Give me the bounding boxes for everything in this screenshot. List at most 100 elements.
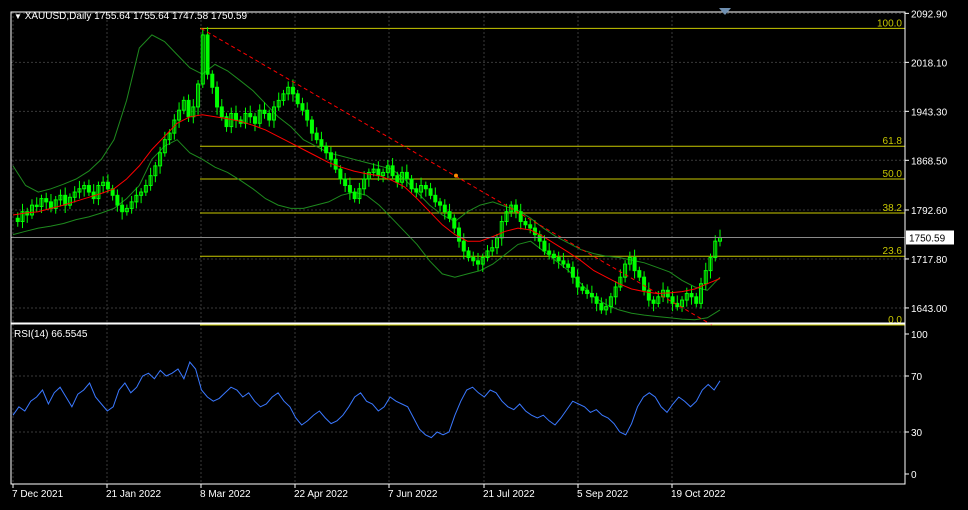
candle-body: [518, 211, 523, 223]
time-tick-label: 19 Oct 2022: [671, 489, 726, 500]
current-price-label: 1750.59: [909, 233, 946, 244]
candle-body: [594, 296, 599, 304]
candle-body: [665, 289, 670, 298]
candle-body: [599, 302, 604, 311]
time-tick-label: 22 Apr 2022: [294, 489, 348, 500]
candle-body: [205, 34, 210, 75]
candle-body: [120, 204, 125, 213]
rsi-series-line: [12, 361, 721, 439]
symbol-header[interactable]: ▼ XAUUSD,Daily 1755.64 1755.64 1747.58 1…: [14, 11, 247, 22]
price-tick-label: 2092.90: [911, 9, 948, 20]
candle-body: [186, 99, 191, 118]
current-price-tag: 1750.59: [11, 230, 954, 245]
candle-body: [234, 112, 239, 121]
candle-body: [44, 198, 49, 203]
price-axis: 2092.90 2018.10 1943.30 1868.50 1792.60 1717.…: [905, 9, 948, 315]
time-tick-label: 5 Sep 2022: [577, 489, 629, 500]
price-tick-label: 2018.10: [911, 58, 948, 69]
candle-body: [343, 178, 348, 187]
candle-body: [15, 217, 20, 223]
symbol-label: XAUUSD,Daily 1755.64 1755.64 1747.58 175…: [24, 11, 248, 22]
candle-body: [86, 185, 91, 193]
upper-band: [12, 34, 721, 291]
time-tick-label: 8 Mar 2022: [200, 489, 251, 500]
fibonacci-label: 50.0: [883, 169, 903, 180]
time-tick-label: 7 Dec 2021: [12, 489, 64, 500]
candle-body: [542, 240, 547, 252]
candle-body: [300, 103, 305, 111]
candles: [15, 27, 722, 316]
rsi-tick-label: 70: [911, 372, 923, 383]
candle-body: [513, 204, 518, 213]
candle-body: [376, 168, 381, 177]
candle-body: [447, 211, 452, 219]
rsi-line: [12, 361, 721, 439]
rsi-tick-label: 0: [911, 470, 917, 481]
candle-body: [651, 299, 656, 304]
fibonacci-levels: 100.061.850.038.223.60.0: [200, 18, 905, 326]
candle-body: [63, 194, 68, 206]
candle-body: [252, 116, 257, 124]
candle-body: [689, 293, 694, 298]
candle-body: [290, 86, 295, 95]
candle-body: [333, 158, 338, 170]
candle-body: [328, 152, 333, 160]
candle-body: [637, 270, 642, 278]
rsi-tick-label: 30: [911, 428, 923, 439]
candle-body: [347, 185, 352, 193]
candle-body: [390, 165, 395, 177]
candle-body: [575, 276, 580, 288]
candle-body: [409, 178, 414, 190]
candle-body: [438, 201, 443, 206]
rsi-tick-label: 100: [911, 330, 928, 341]
chart-window: 100.0 61.8 50.0 38.2 23.6 0.0 2092.90 2018.10 1…: [0, 0, 968, 510]
candle-body: [352, 191, 357, 200]
chart-canvas: 100.061.850.038.223.60.0 2092.902018.101…: [10, 9, 954, 500]
candle-body: [461, 240, 466, 252]
fibonacci-label: 23.6: [883, 246, 903, 257]
candle-body: [34, 204, 39, 207]
price-tick-label: 1943.30: [911, 107, 948, 118]
candle-body: [267, 112, 272, 121]
candle-body: [589, 293, 594, 298]
candle-body: [433, 194, 438, 203]
candle-body: [476, 260, 481, 265]
trend-line: [200, 27, 713, 326]
candle-body: [471, 257, 476, 262]
candle-body: [457, 227, 462, 242]
rsi-grid: [11, 324, 905, 484]
time-tick-label: 21 Jul 2022: [483, 489, 535, 500]
candle-body: [215, 86, 220, 108]
candle-body: [528, 224, 533, 229]
candle-body: [414, 188, 419, 193]
candle-body: [570, 266, 575, 278]
candle-body: [566, 263, 571, 268]
candle-body: [442, 204, 447, 213]
candle-body: [452, 217, 457, 229]
candle-body: [309, 119, 314, 134]
candle-body: [561, 260, 566, 265]
candle-body: [466, 250, 471, 259]
candle-body: [115, 194, 120, 206]
candle-body: [305, 109, 310, 121]
candle-body: [423, 185, 428, 190]
rsi-axis: 100 70 30 0: [905, 330, 928, 481]
scroll-marker-icon[interactable]: [719, 8, 731, 15]
candle-body: [580, 286, 585, 291]
rsi-header: RSI(14) 66.5545: [14, 329, 88, 340]
time-tick-label: 21 Jan 2022: [106, 489, 161, 500]
candle-body: [48, 201, 53, 209]
candle-body: [219, 106, 224, 118]
candle-body: [314, 132, 319, 141]
candle-body: [338, 168, 343, 180]
candle-body: [248, 112, 253, 118]
candle-body: [551, 253, 556, 259]
candle-body: [324, 145, 329, 154]
candle-body: [105, 181, 110, 190]
fibonacci-label: 100.0: [877, 18, 902, 29]
candle-body: [632, 257, 637, 272]
menu-arrow-icon[interactable]: ▼: [14, 12, 22, 21]
candle-body: [319, 139, 324, 147]
candle-body: [523, 221, 528, 226]
fibonacci-label: 61.8: [883, 136, 903, 147]
